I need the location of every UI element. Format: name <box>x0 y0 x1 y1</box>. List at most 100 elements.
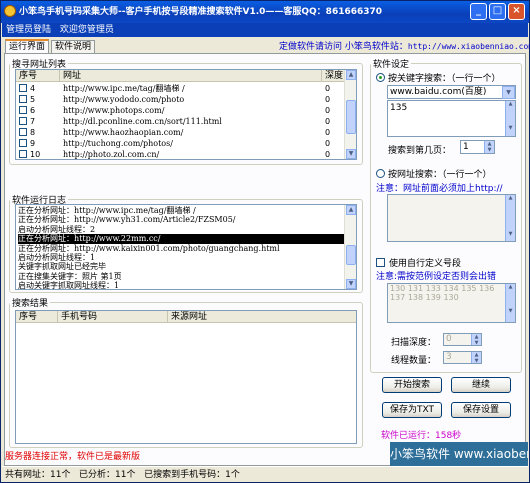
keywords-scrollbar[interactable]: ▲ ▼ <box>505 101 515 136</box>
minimize-button[interactable]: _ <box>470 3 487 20</box>
url-note: 注意：网址前面必须加上http:// <box>376 184 503 194</box>
table-row[interactable]: 7 http://dl.pconline.com.cn/sort/111.html… <box>16 116 346 127</box>
col-depth[interactable]: 深度 <box>322 70 346 82</box>
table-row[interactable]: 10 http://photo.zol.com.cn/0 <box>16 149 346 159</box>
status-analyzed: 已分析：11个 <box>79 470 136 480</box>
row-checkbox[interactable] <box>19 95 27 103</box>
keywords-textarea[interactable]: 135 ▲ ▼ <box>387 100 516 137</box>
window-title: 小笨鸟手机号码采集大师--客户手机按号段精准搜索软件V1.0——客服QQ：861… <box>19 7 383 17</box>
row-no: 8 <box>30 128 36 137</box>
app-window: 小笨鸟手机号码采集大师--客户手机按号段精准搜索软件V1.0——客服QQ：861… <box>0 0 530 483</box>
start-search-button[interactable]: 开始搜索 <box>382 377 442 393</box>
pages-label: 搜索到第几页： <box>388 146 452 156</box>
table-row[interactable]: 6 http://www.photops.com/0 <box>16 105 346 116</box>
user-bar: 管理员登陆 欢迎您管理员 <box>2 23 528 37</box>
save-settings-button[interactable]: 保存设置 <box>451 402 511 418</box>
segment-textarea[interactable]: 130 131 133 134 135 136 137 138 139 130 … <box>387 283 516 323</box>
admin-login-link[interactable]: 管理员登陆 <box>6 25 51 35</box>
save-txt-button[interactable]: 保存为TXT <box>382 402 442 418</box>
row-no: 6 <box>30 106 36 115</box>
col-phone[interactable]: 手机号码 <box>58 311 168 323</box>
scroll-thumb[interactable] <box>346 100 356 134</box>
pages-value: 1 <box>463 142 469 152</box>
url-search-label: 按网址搜索：（一行一个） <box>388 170 492 180</box>
app-icon <box>4 5 16 17</box>
row-checkbox[interactable] <box>19 139 27 147</box>
segment-example: 130 131 133 134 135 136 137 138 139 130 <box>390 284 495 302</box>
custom-segment-checkbox[interactable] <box>376 258 385 267</box>
keywords-value: 135 <box>390 103 408 113</box>
url-list-table[interactable]: 序号 网址 深度 4 http://www.ipc.me/tag/翻墙梯 / 0 5 h… <box>15 69 357 160</box>
tab-run[interactable]: 运行界面 <box>5 39 50 53</box>
brand-banner[interactable]: 小笨鸟软件 www.xiaobenniao.com <box>390 442 528 466</box>
welcome-text: 欢迎您管理员 <box>59 25 114 35</box>
depth-spin-arrows[interactable]: ▲ ▼ <box>471 334 481 346</box>
table-row[interactable]: 9 http://tuchong.com/photos/0 <box>16 138 346 149</box>
log-scroll-down-arrow[interactable]: ▼ <box>346 279 356 289</box>
tab-help[interactable]: 软件说明 <box>51 40 96 53</box>
scroll-down-arrow[interactable]: ▼ <box>346 149 356 159</box>
row-checkbox[interactable] <box>19 150 27 158</box>
segment-scrollbar[interactable]: ▲ ▼ <box>505 284 515 322</box>
engine-select[interactable]: www.baidu.com(百度) ▼ <box>387 85 516 99</box>
status-found: 已搜索到手机号码：1个 <box>144 470 240 480</box>
log-scroll-up-arrow[interactable]: ▲ <box>346 205 356 215</box>
table-row[interactable]: 4 http://www.ipc.me/tag/翻墙梯 / 0 <box>16 83 346 94</box>
threads-label: 线程数量： <box>391 356 437 366</box>
engine-value: www.baidu.com(百度) <box>390 87 487 97</box>
url-list-header: 序号 网址 深度 <box>16 70 346 82</box>
col-source-url[interactable]: 来源网址 <box>168 311 356 323</box>
settings-legend: 软件设定 <box>373 60 410 70</box>
row-no: 10 <box>30 150 41 159</box>
col-no[interactable]: 序号 <box>16 70 60 82</box>
row-depth: 0 <box>325 128 331 137</box>
row-depth: 0 <box>325 95 331 104</box>
row-checkbox[interactable] <box>19 128 27 136</box>
chevron-down-icon[interactable]: ▼ <box>502 86 515 99</box>
row-url: http://www.photops.com/ <box>63 106 165 115</box>
row-checkbox[interactable] <box>19 106 27 114</box>
row-url: http://photo.zol.com.cn/ <box>63 150 160 159</box>
urls-textarea[interactable]: ▲ ▼ <box>387 194 516 242</box>
pages-stepper[interactable]: 1 ▲ ▼ <box>460 140 495 154</box>
threads-value: 3 <box>446 352 452 362</box>
log-box[interactable]: 正在分析网址：http://www.ipc.me/tag/翻墙梯 / 正在分析网址… <box>15 204 357 290</box>
custom-software-info: 定做软件请访问 小笨鸟软件站：http://www.xiaobenniao.co… <box>279 39 530 52</box>
depth-label: 扫描深度： <box>391 338 437 348</box>
server-status: 服务器连接正常，软件已是最新版 <box>5 452 141 462</box>
close-button[interactable]: × <box>508 3 525 20</box>
row-checkbox[interactable] <box>19 117 27 125</box>
results-table[interactable]: 序号 手机号码 来源网址 <box>15 310 357 444</box>
maximize-button[interactable]: □ <box>489 3 506 20</box>
threads-spin-arrows[interactable]: ▲ ▼ <box>471 352 481 364</box>
col-url[interactable]: 网址 <box>60 70 322 82</box>
site-link[interactable]: http://www.xiaobenniao.com/ <box>408 42 530 51</box>
urls-scrollbar[interactable]: ▲ ▼ <box>505 195 515 241</box>
depth-value: 0 <box>446 334 452 344</box>
url-search-radio[interactable] <box>376 169 385 178</box>
url-list-scrollbar[interactable]: ▲ ▼ <box>344 70 356 159</box>
pages-spin-arrows[interactable]: ▲ ▼ <box>484 141 494 153</box>
table-row[interactable]: 5 http://www.yododo.com/photo 0 <box>16 94 346 105</box>
row-url: http://dl.pconline.com.cn/sort/111.html <box>63 117 222 126</box>
keyword-search-radio[interactable] <box>376 73 385 82</box>
continue-button[interactable]: 继续 <box>451 377 511 393</box>
table-row[interactable]: 8 http://www.haozhaopian.com/0 <box>16 127 346 138</box>
row-depth: 0 <box>325 84 331 93</box>
title-bar[interactable]: 小笨鸟手机号码采集大师--客户手机按号段精准搜索软件V1.0——客服QQ：861… <box>1 1 529 23</box>
results-header: 序号 手机号码 来源网址 <box>16 311 356 323</box>
log-scroll-thumb[interactable] <box>346 245 356 265</box>
threads-stepper[interactable]: 3 ▲ ▼ <box>443 351 482 364</box>
col-result-no[interactable]: 序号 <box>16 311 58 323</box>
row-no: 4 <box>30 84 36 93</box>
log-line[interactable]: 启动关键字抓取网址线程：1 <box>18 281 119 289</box>
scroll-up-arrow[interactable]: ▲ <box>346 70 356 80</box>
depth-stepper[interactable]: 0 ▲ ▼ <box>443 333 482 346</box>
log-scrollbar[interactable]: ▲ ▼ <box>344 205 356 289</box>
row-no: 5 <box>30 95 36 104</box>
row-url: http://www.ipc.me/tag/翻墙梯 / <box>63 84 185 93</box>
status-bar: 共有网址：11个 已分析：11个 已搜索到手机号码：1个 <box>2 466 528 482</box>
row-checkbox[interactable] <box>19 84 27 92</box>
row-depth: 0 <box>325 139 331 148</box>
custom-segment-label: 使用自行定义号段 <box>389 259 462 269</box>
